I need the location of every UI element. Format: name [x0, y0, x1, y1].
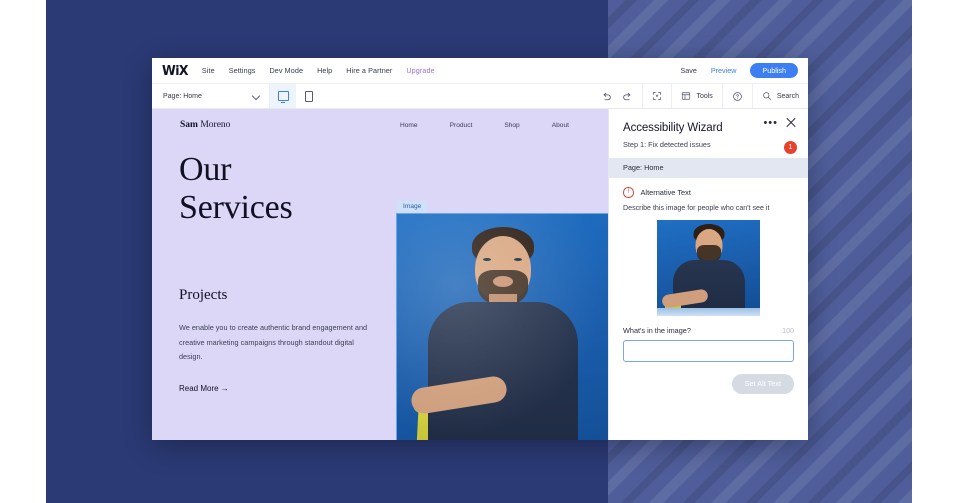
wix-editor-window: WiX Site Settings Dev Mode Help Hire a P… [152, 58, 808, 440]
site-nav-shop[interactable]: Shop [504, 122, 519, 129]
image-element-badge: Image [397, 201, 428, 214]
page-selector-label: Page: Home [163, 92, 202, 100]
undo-icon[interactable] [601, 91, 612, 102]
wix-logo[interactable]: WiX [162, 63, 189, 79]
menu-item-help[interactable]: Help [317, 66, 332, 75]
menu-item-hire-a-partner[interactable]: Hire a Partner [346, 66, 392, 75]
tools-menu-button[interactable]: Tools [671, 84, 721, 108]
help-button[interactable] [721, 84, 752, 108]
alt-text-field-row: What's in the image? 100 [623, 326, 794, 335]
desktop-view-toggle[interactable] [270, 84, 296, 108]
help-circle-icon [732, 91, 743, 102]
site-nav-about[interactable]: About [552, 122, 569, 129]
accessibility-wizard-panel: ••• Accessibility Wizard Step 1: Fix det… [608, 109, 808, 440]
wizard-body: Alternative Text Describe this image for… [609, 178, 808, 394]
mobile-view-toggle[interactable] [296, 84, 322, 108]
character-counter: 100 [782, 326, 794, 335]
wizard-actions: Set Alt Text [623, 373, 794, 394]
mobile-view-icon [305, 90, 313, 102]
site-logo-light: Moreno [200, 120, 231, 130]
hero-heading-line1: Our [179, 151, 232, 188]
tools-label: Tools [696, 92, 713, 100]
editor-secondary-toolbar: Page: Home Tools Search [152, 84, 808, 109]
menu-item-site[interactable]: Site [202, 66, 215, 75]
redo-icon[interactable] [622, 91, 633, 102]
toolbar-right-actions: Tools Search [592, 84, 808, 108]
read-more-link[interactable]: Read More → [179, 384, 229, 393]
site-logo-bold: Sam [180, 120, 198, 130]
set-alt-text-button[interactable]: Set Alt Text [731, 373, 794, 394]
site-preview-canvas[interactable]: Sam Moreno Home Product Shop About Our S… [152, 109, 608, 440]
preview-button[interactable]: Preview [711, 66, 737, 75]
search-button[interactable]: Search [751, 84, 808, 108]
hero-heading-line2: Services [179, 189, 293, 226]
alt-text-input[interactable] [623, 339, 794, 362]
screenshot-stage: WiX Site Settings Dev Mode Help Hire a P… [0, 0, 960, 503]
issue-title: Alternative Text [640, 187, 691, 197]
menu-item-upgrade[interactable]: Upgrade [406, 66, 434, 75]
wizard-step-label: Step 1: Fix detected issues [623, 140, 711, 149]
hero-heading[interactable]: Our Services [179, 151, 293, 227]
site-nav-product[interactable]: Product [450, 122, 473, 129]
more-options-icon[interactable]: ••• [763, 118, 778, 129]
layout-panels-icon [681, 91, 691, 101]
site-nav-home[interactable]: Home [400, 122, 418, 129]
zoom-out-icon[interactable] [652, 91, 662, 101]
wizard-header: ••• Accessibility Wizard Step 1: Fix det… [609, 109, 808, 158]
wizard-page-bar: Page: Home [609, 158, 808, 178]
menu-item-dev-mode[interactable]: Dev Mode [270, 66, 304, 75]
close-icon[interactable] [785, 116, 797, 128]
chevron-down-icon [253, 93, 260, 100]
zoom-out-action [642, 84, 671, 108]
projects-heading[interactable]: Projects [179, 287, 227, 304]
thumb-floor [657, 307, 760, 316]
view-toggle-group [270, 84, 322, 108]
publish-button[interactable]: Publish [750, 63, 798, 78]
history-actions [592, 84, 642, 108]
photo-lighting-overlay [397, 214, 608, 440]
site-navigation: Home Product Shop About [400, 122, 569, 129]
issue-description: Describe this image for people who can't… [623, 203, 770, 212]
issue-count-badge: 1 [784, 141, 797, 154]
image-thumbnail[interactable] [657, 219, 760, 316]
warning-circle-icon [623, 187, 634, 198]
desktop-view-icon [277, 91, 289, 104]
alt-text-field-label: What's in the image? [623, 325, 691, 335]
hero-photo[interactable] [396, 213, 608, 440]
selected-image-element[interactable]: Image [396, 201, 608, 440]
menu-item-settings[interactable]: Settings [229, 66, 256, 75]
projects-paragraph[interactable]: We enable you to create authentic brand … [179, 321, 369, 365]
page-selector[interactable]: Page: Home [152, 84, 270, 108]
editor-canvas-area: Sam Moreno Home Product Shop About Our S… [152, 109, 808, 440]
topbar-actions: Save Preview Publish [680, 63, 798, 78]
editor-top-menu-bar: WiX Site Settings Dev Mode Help Hire a P… [152, 58, 808, 84]
search-label: Search [776, 92, 799, 100]
site-logo[interactable]: Sam Moreno [180, 120, 230, 130]
issue-header-row: Alternative Text [623, 187, 794, 198]
save-button[interactable]: Save [680, 66, 696, 75]
search-icon [762, 91, 772, 101]
